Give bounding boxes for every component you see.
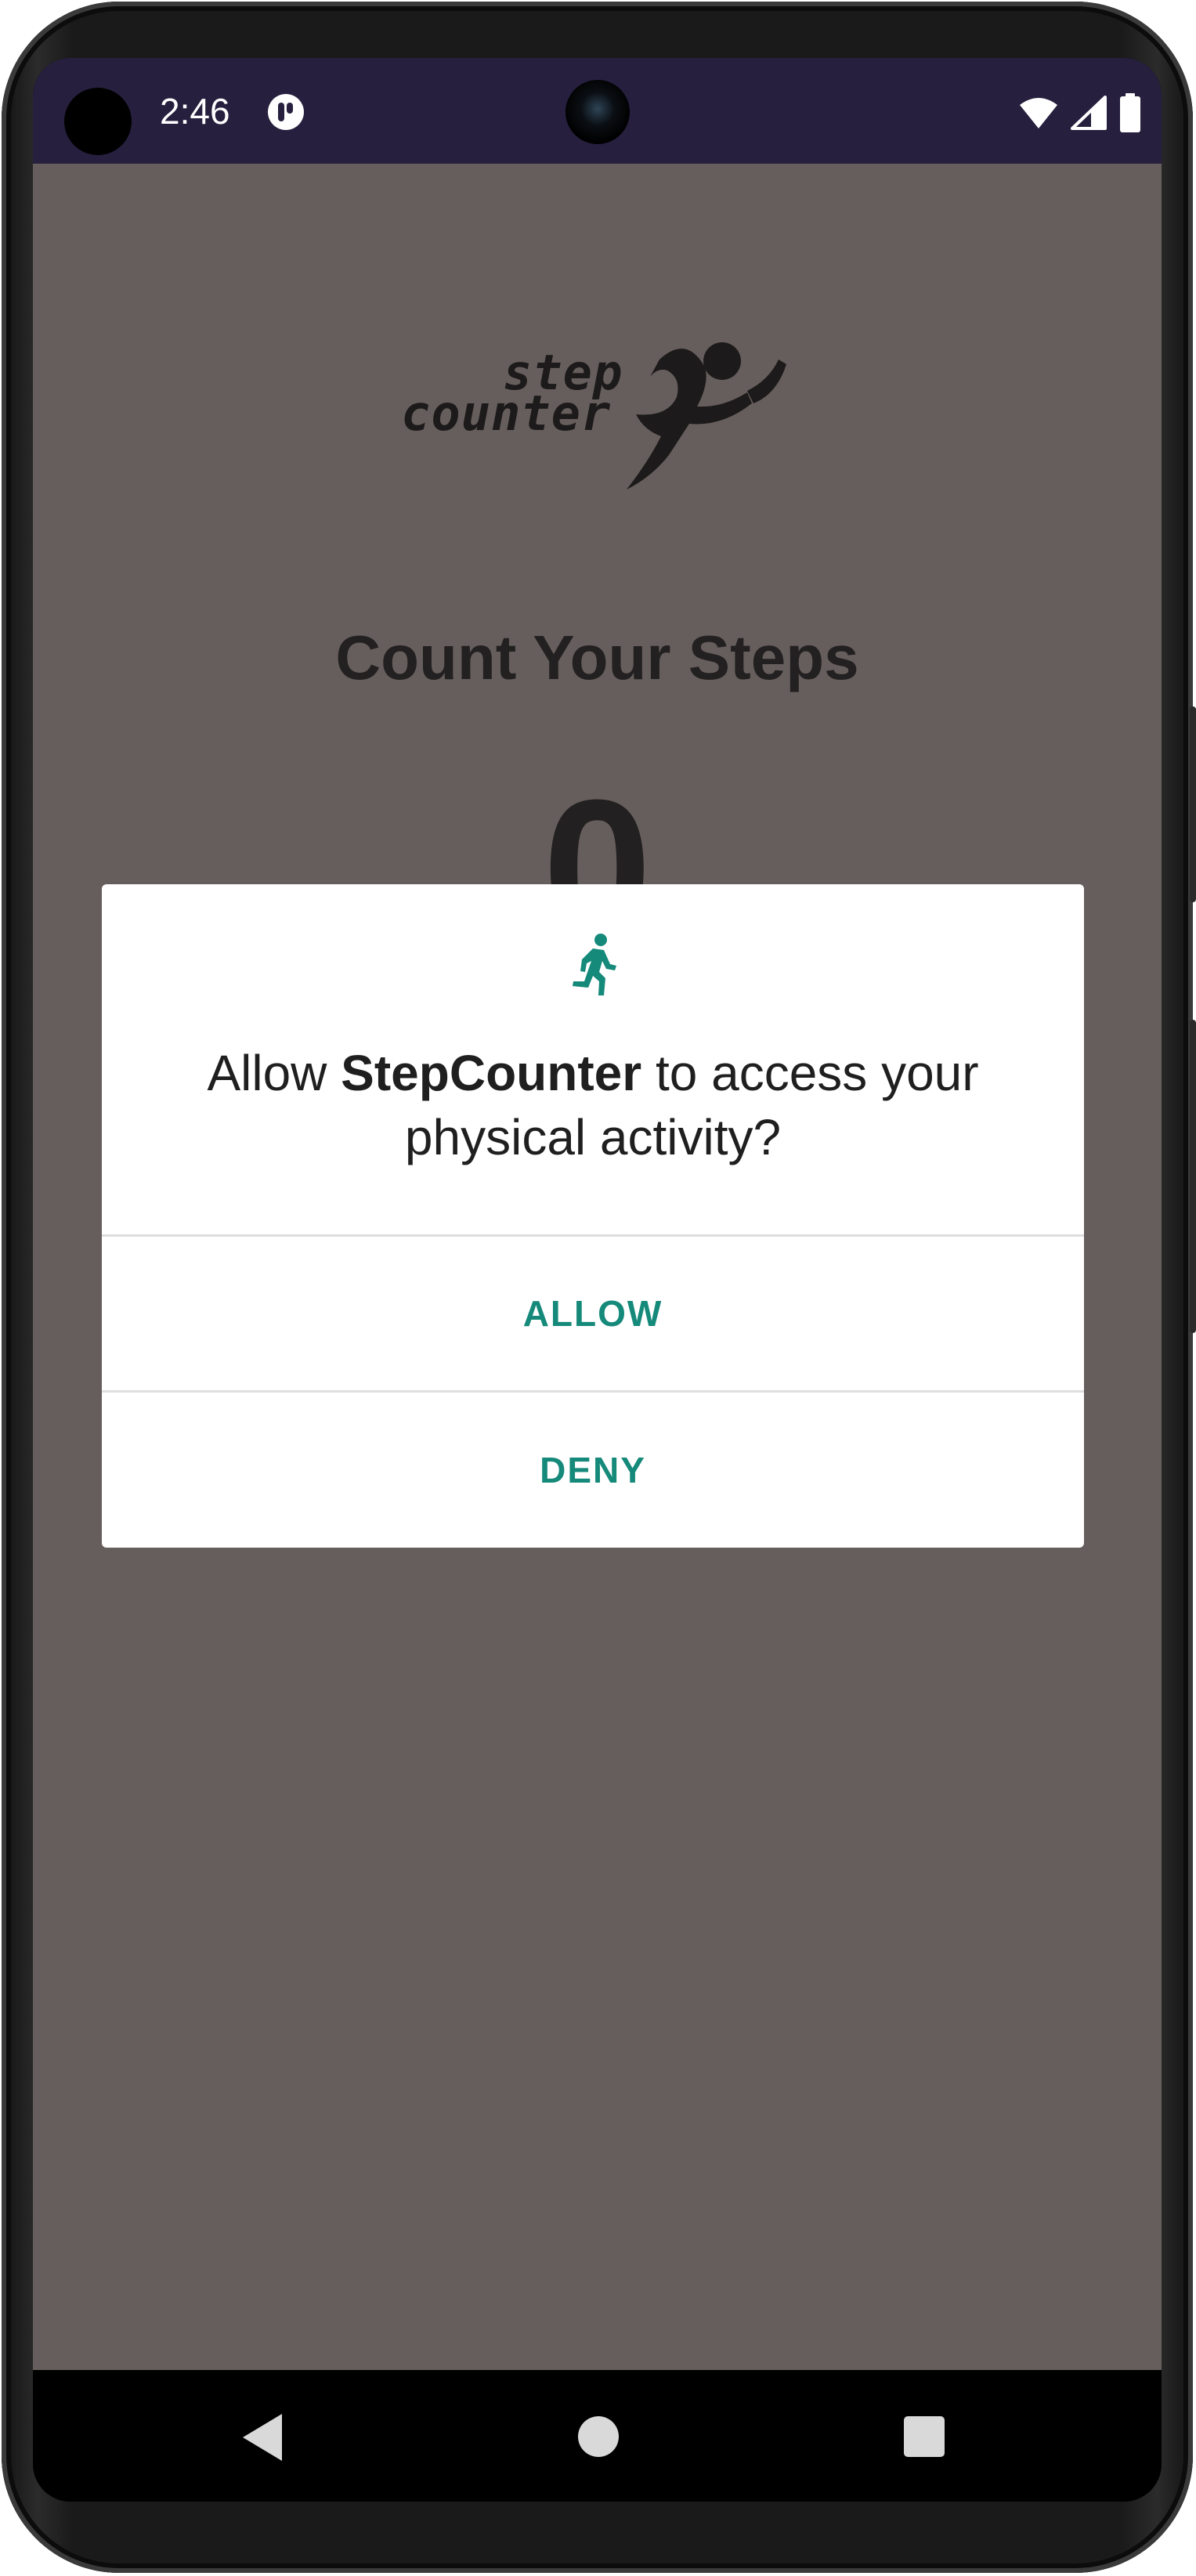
dialog-message: Allow StepCounter to access your physica…: [133, 1041, 1053, 1169]
device-frame: 2:46 step counter Count Your Steps 0 All…: [2, 2, 1196, 2573]
status-bar-dot: [64, 88, 132, 155]
logo-word-counter: counter: [401, 385, 612, 442]
battery-icon: [1120, 93, 1140, 132]
step-counter-logo: step counter: [401, 336, 808, 493]
navigation-bar: [33, 2370, 1162, 2502]
recents-icon[interactable]: [904, 2416, 945, 2457]
status-icons: [1019, 92, 1141, 133]
deny-button[interactable]: DENY: [102, 1393, 1084, 1548]
allow-button[interactable]: ALLOW: [102, 1237, 1084, 1390]
dialog-app-name: StepCounter: [341, 1045, 642, 1101]
power-button: [1190, 1020, 1196, 1333]
notification-app-icon: [268, 94, 304, 130]
front-camera: [565, 80, 630, 144]
status-bar: 2:46: [33, 58, 1162, 164]
dialog-message-prefix: Allow: [207, 1045, 341, 1101]
status-time: 2:46: [160, 91, 230, 132]
volume-button: [1190, 706, 1196, 902]
screen: 2:46 step counter Count Your Steps 0 All…: [33, 58, 1162, 2502]
page-title: Count Your Steps: [335, 623, 859, 692]
home-icon[interactable]: [578, 2416, 619, 2457]
back-icon[interactable]: [243, 2414, 282, 2461]
runner-icon: [573, 934, 616, 995]
cellular-signal-icon: [1071, 96, 1107, 130]
runner-logo-icon: [627, 342, 786, 490]
wifi-icon: [1020, 98, 1057, 128]
permission-dialog: Allow StepCounter to access your physica…: [102, 884, 1084, 1548]
